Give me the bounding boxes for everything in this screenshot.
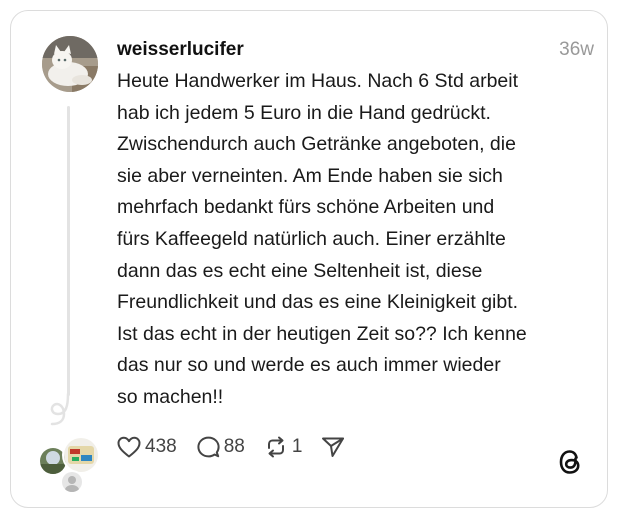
post-text-line: Ist das echt in der heutigen Zeit so?? I… — [117, 322, 527, 345]
like-button[interactable]: 438 — [116, 435, 177, 459]
post-text-line: das nur so und werde es auch immer wiede… — [117, 354, 501, 377]
action-bar: 438 88 1 — [116, 432, 364, 462]
post-text-line: so machen!! — [117, 385, 224, 408]
post-text-line: dann das es echt eine Seltenheit ist, di… — [117, 259, 483, 282]
author-avatar[interactable] — [42, 36, 98, 92]
timestamp: 36w — [559, 39, 594, 60]
repost-arrows-icon — [263, 435, 289, 459]
post-text-line: Freundlichkeit und das es eine Kleinigke… — [117, 291, 519, 314]
share-button[interactable] — [320, 435, 346, 459]
username[interactable]: weisserlucifer — [117, 38, 244, 62]
thread-line — [67, 106, 70, 396]
repost-count: 1 — [291, 436, 303, 457]
post-text-line: sie aber verneinten. Am Ende haben sie s… — [117, 164, 503, 187]
replier-avatar — [62, 436, 100, 474]
speech-bubble-icon — [195, 435, 221, 459]
repost-button[interactable]: 1 — [263, 435, 303, 459]
post-text: Heute Handwerker im Haus. Nach 6 Std arb… — [117, 66, 595, 414]
reply-button[interactable]: 88 — [195, 435, 245, 459]
send-icon — [320, 435, 346, 459]
thread-curl — [44, 392, 74, 431]
like-count: 438 — [145, 436, 177, 457]
post-text-line: mehrfach bedankt fürs schöne Arbeiten un… — [117, 196, 495, 219]
post-text-line: fürs Kaffeegeld natürlich auch. Einer er… — [117, 227, 506, 250]
post-text-line: Heute Handwerker im Haus. Nach 6 Std arb… — [117, 70, 519, 92]
heart-icon — [116, 435, 142, 459]
post-text-line: hab ich jedem 5 Euro in die Hand gedrück… — [117, 101, 491, 124]
replier-avatar — [60, 470, 84, 494]
threads-logo-icon[interactable] — [557, 448, 583, 481]
post-text-line: Zwischendurch auch Getränke angeboten, d… — [117, 133, 516, 156]
replier-avatars[interactable] — [38, 436, 102, 496]
reply-count: 88 — [223, 436, 245, 457]
